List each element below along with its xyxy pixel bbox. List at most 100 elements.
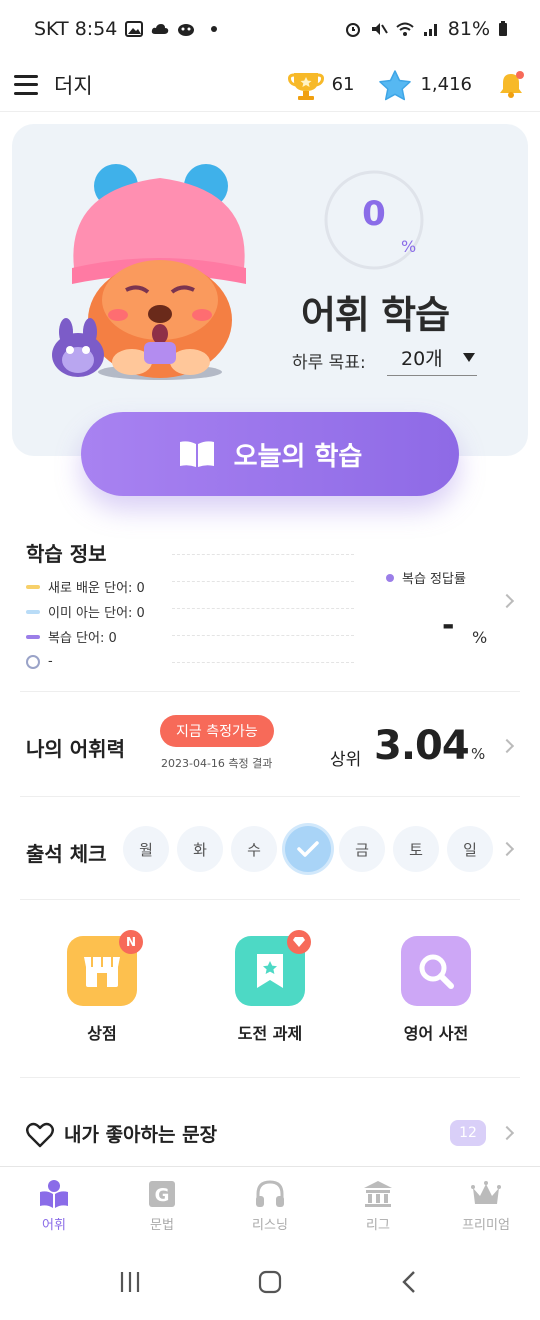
hero-title: 어휘 학습: [300, 293, 450, 337]
shortcut-dictionary[interactable]: 영어 사전: [376, 936, 496, 1044]
book-person-icon: [40, 1180, 68, 1208]
legend-known-words: 이미 아는 단어: 0: [26, 599, 145, 624]
status-time: SKT 8:54: [34, 18, 118, 40]
attendance-day-label: 화: [193, 840, 207, 859]
bookmark-star-icon: [235, 930, 311, 1006]
mute-icon: [371, 23, 388, 35]
attendance-day-label: 월: [139, 840, 153, 859]
shop-icon: N: [67, 930, 143, 1006]
learning-info-section[interactable]: 학습 정보 새로 배운 단어: 0 이미 아는 단어: 0 복습 단어: 0 -…: [20, 520, 520, 692]
shortcut-label: 상점: [87, 1024, 117, 1043]
check-icon: [297, 841, 319, 857]
legend-new-words: 새로 배운 단어: 0: [26, 574, 145, 599]
home-icon[interactable]: [257, 1269, 283, 1295]
favorite-count-badge: 12: [450, 1120, 486, 1146]
app-title: 더지: [54, 73, 93, 98]
shortcut-challenge[interactable]: 도전 과제: [210, 930, 330, 1044]
measure-date: 2023-04-16 측정 결과: [161, 757, 273, 770]
attendance-day[interactable]: 월: [123, 826, 169, 872]
league-building-icon: [364, 1181, 392, 1207]
daily-goal-select[interactable]: 20개: [387, 340, 477, 376]
nav-label: 문법: [150, 1218, 174, 1233]
favorite-sentences-row[interactable]: 내가 좋아하는 문장 12: [20, 1100, 520, 1166]
favorite-sentences-title: 내가 좋아하는 문장: [64, 1124, 218, 1146]
chevron-right-icon[interactable]: [499, 593, 515, 609]
attendance-days: 월화수금토일: [123, 826, 493, 872]
daily-goal-value: 20개: [401, 348, 443, 370]
attendance-day[interactable]: [285, 826, 331, 872]
chevron-right-icon[interactable]: [499, 841, 515, 857]
review-accuracy-value: -: [442, 608, 455, 643]
svg-text:G: G: [155, 1185, 170, 1206]
nav-listening[interactable]: 리스닝: [216, 1167, 324, 1244]
progress-percent-value: 0: [362, 194, 386, 234]
daily-goal-label: 하루 목표:: [292, 353, 366, 373]
attendance-day[interactable]: 화: [177, 826, 223, 872]
review-accuracy-unit: %: [472, 628, 488, 647]
shop-new-badge: N: [119, 930, 143, 954]
signal-icon: [423, 24, 437, 36]
attendance-day[interactable]: 금: [339, 826, 385, 872]
nav-grammar[interactable]: G 문법: [108, 1167, 216, 1244]
wifi-icon: [396, 22, 414, 36]
nav-league[interactable]: 리그: [324, 1167, 432, 1244]
review-dot: [386, 573, 394, 582]
bottom-navigation: 어휘 G 문법 리스닝 리그 프리미엄: [0, 1166, 540, 1244]
diamond-badge-icon: [287, 930, 311, 954]
rank-label: 상위: [330, 750, 362, 770]
start-today-study-label: 오늘의 학습: [233, 441, 363, 472]
start-today-study-button[interactable]: 오늘의 학습: [81, 412, 459, 496]
shortcut-shop[interactable]: N 상점: [42, 930, 162, 1044]
status-bar: SKT 8:54 81%: [0, 0, 540, 58]
chevron-right-icon[interactable]: [499, 738, 515, 754]
shortcut-label: 도전 과제: [237, 1024, 303, 1043]
legend-label: 이미 아는 단어: 0: [48, 606, 145, 621]
attendance-day-label: 토: [409, 840, 423, 859]
app-notify-icon: [178, 24, 195, 36]
recent-apps-icon[interactable]: [117, 1269, 143, 1295]
attendance-day-label: 금: [355, 840, 369, 859]
legend-swatch: [26, 584, 40, 589]
chevron-right-icon[interactable]: [499, 1125, 515, 1141]
open-book-icon: [179, 441, 214, 467]
nav-label: 리그: [366, 1218, 390, 1233]
back-icon[interactable]: [397, 1269, 423, 1295]
shortcut-section: N 상점 도전 과제 영어 사전: [20, 900, 520, 1078]
heart-icon: [26, 1122, 54, 1148]
attendance-section[interactable]: 출석 체크 월 화 수 금 토 일: [20, 798, 520, 900]
vocab-hero-card: 0 % 어휘 학습 하루 목표: 20개: [12, 124, 528, 456]
learning-info-title: 학습 정보: [26, 542, 107, 566]
attendance-title: 출석 체크: [26, 842, 107, 866]
vocab-level-section[interactable]: 나의 어휘력 지금 측정가능 2023-04-16 측정 결과 상위 3.04 …: [20, 693, 520, 797]
trophy-count: 61: [331, 74, 355, 95]
study-time-value: -: [48, 654, 53, 669]
attendance-day[interactable]: 수: [231, 826, 277, 872]
attendance-day-label: 일: [463, 840, 477, 859]
learning-info-legend: 새로 배운 단어: 0 이미 아는 단어: 0 복습 단어: 0 -: [26, 574, 145, 674]
nav-premium[interactable]: 프리미엄: [432, 1167, 540, 1244]
legend-review-words: 복습 단어: 0: [26, 624, 145, 649]
nav-vocab[interactable]: 어휘: [0, 1167, 108, 1244]
legend-study-time: -: [26, 649, 145, 674]
search-icon: [401, 936, 471, 1006]
attendance-day[interactable]: 일: [447, 826, 493, 872]
attendance-day[interactable]: 토: [393, 826, 439, 872]
trophy-stat[interactable]: 61: [287, 69, 355, 101]
menu-icon[interactable]: [14, 74, 38, 95]
learning-chart-gridlines: [172, 554, 354, 664]
measure-now-badge[interactable]: 지금 측정가능: [160, 715, 274, 747]
progress-percent-unit: %: [401, 237, 417, 256]
rank-value: 3.04: [374, 723, 470, 769]
battery-percent: 81%: [447, 18, 490, 40]
battery-icon: [499, 21, 507, 36]
legend-swatch: [26, 634, 40, 639]
headphones-icon: [256, 1180, 284, 1207]
legend-swatch: [26, 609, 40, 614]
shortcut-label: 영어 사전: [403, 1024, 469, 1043]
system-navigation-bar: [0, 1244, 540, 1320]
attendance-day-label: 수: [247, 840, 261, 859]
nav-label: 프리미엄: [462, 1218, 510, 1233]
star-stat[interactable]: 1,416: [378, 69, 472, 101]
more-notifications-dot: [211, 26, 218, 32]
notification-bell-icon[interactable]: [496, 70, 526, 100]
